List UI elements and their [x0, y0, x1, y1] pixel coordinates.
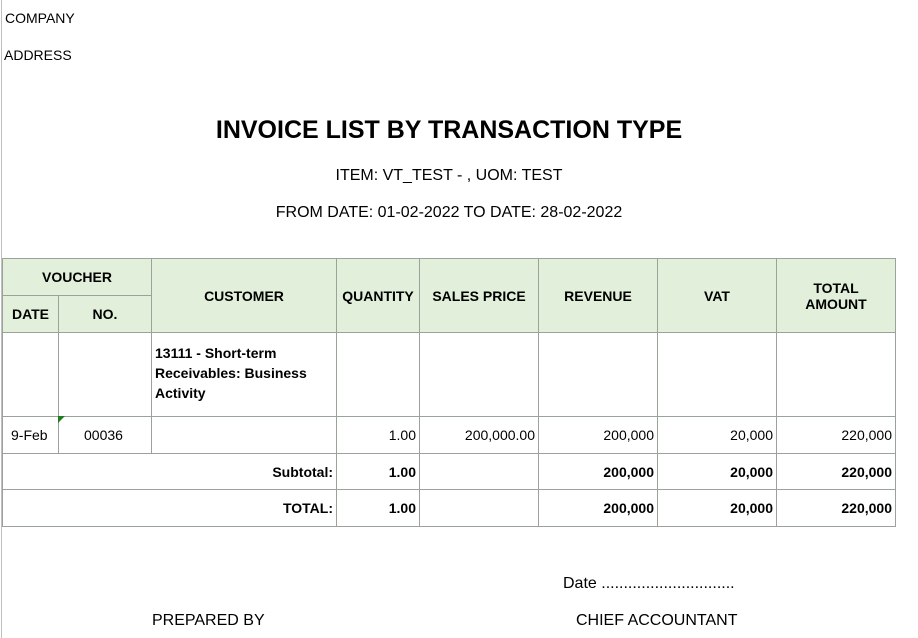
- item-line: ITEM: VT_TEST - , UOM: TEST: [335, 167, 563, 184]
- group-customer: 13111 - Short-term Receivables: Business…: [151, 332, 337, 417]
- total-total: 220,000: [776, 489, 896, 527]
- subtotal-label: Subtotal:: [2, 453, 337, 490]
- total-amount-header-line1: TOTAL: [813, 279, 859, 296]
- subtotal-quantity: 1.00: [336, 453, 420, 490]
- date-header: DATE: [2, 295, 59, 333]
- prepared-by-label: PREPARED BY: [152, 612, 265, 629]
- cell-note-marker: [58, 416, 65, 423]
- row-no: 00036: [58, 416, 152, 454]
- total-amount-header-line2: AMOUNT: [805, 295, 867, 312]
- invoice-table: VOUCHER CUSTOMER QUANTITY SALES PRICE RE…: [2, 258, 896, 527]
- group-row: 13111 - Short-term Receivables: Business…: [2, 332, 896, 417]
- date-signature-line: Date ..............................: [563, 575, 735, 592]
- address-label: ADDRESS: [4, 47, 72, 63]
- no-header: NO.: [58, 295, 152, 333]
- table-row: 9-Feb 00036 1.00 200,000.00 200,000 20,0…: [2, 416, 896, 454]
- subtotal-revenue: 200,000: [538, 453, 658, 490]
- vat-header: VAT: [657, 258, 777, 333]
- voucher-header: VOUCHER: [2, 258, 152, 296]
- total-revenue: 200,000: [538, 489, 658, 527]
- row-total: 220,000: [776, 416, 896, 454]
- header-row-1: VOUCHER CUSTOMER QUANTITY SALES PRICE RE…: [2, 258, 896, 333]
- row-date: 9-Feb: [2, 416, 59, 454]
- total-vat: 20,000: [657, 489, 777, 527]
- total-quantity: 1.00: [336, 489, 420, 527]
- row-quantity: 1.00: [336, 416, 420, 454]
- total-label: TOTAL:: [2, 489, 337, 527]
- subtotal-vat: 20,000: [657, 453, 777, 490]
- quantity-header: QUANTITY: [336, 258, 420, 333]
- row-vat: 20,000: [657, 416, 777, 454]
- total-amount-header: TOTAL AMOUNT: [776, 258, 896, 333]
- total-row: TOTAL: 1.00 200,000 20,000 220,000: [2, 489, 896, 527]
- company-label: COMPANY: [5, 10, 75, 26]
- customer-header: CUSTOMER: [151, 258, 337, 333]
- revenue-header: REVENUE: [538, 258, 658, 333]
- row-revenue: 200,000: [538, 416, 658, 454]
- report-title: INVOICE LIST BY TRANSACTION TYPE: [215, 116, 683, 144]
- row-sales-price: 200,000.00: [419, 416, 539, 454]
- sales-price-header: SALES PRICE: [419, 258, 539, 333]
- chief-accountant-label: CHIEF ACCOUNTANT: [576, 612, 738, 629]
- date-range: FROM DATE: 01-02-2022 TO DATE: 28-02-202…: [275, 204, 623, 221]
- subtotal-row: Subtotal: 1.00 200,000 20,000 220,000: [2, 453, 896, 490]
- subtotal-total: 220,000: [776, 453, 896, 490]
